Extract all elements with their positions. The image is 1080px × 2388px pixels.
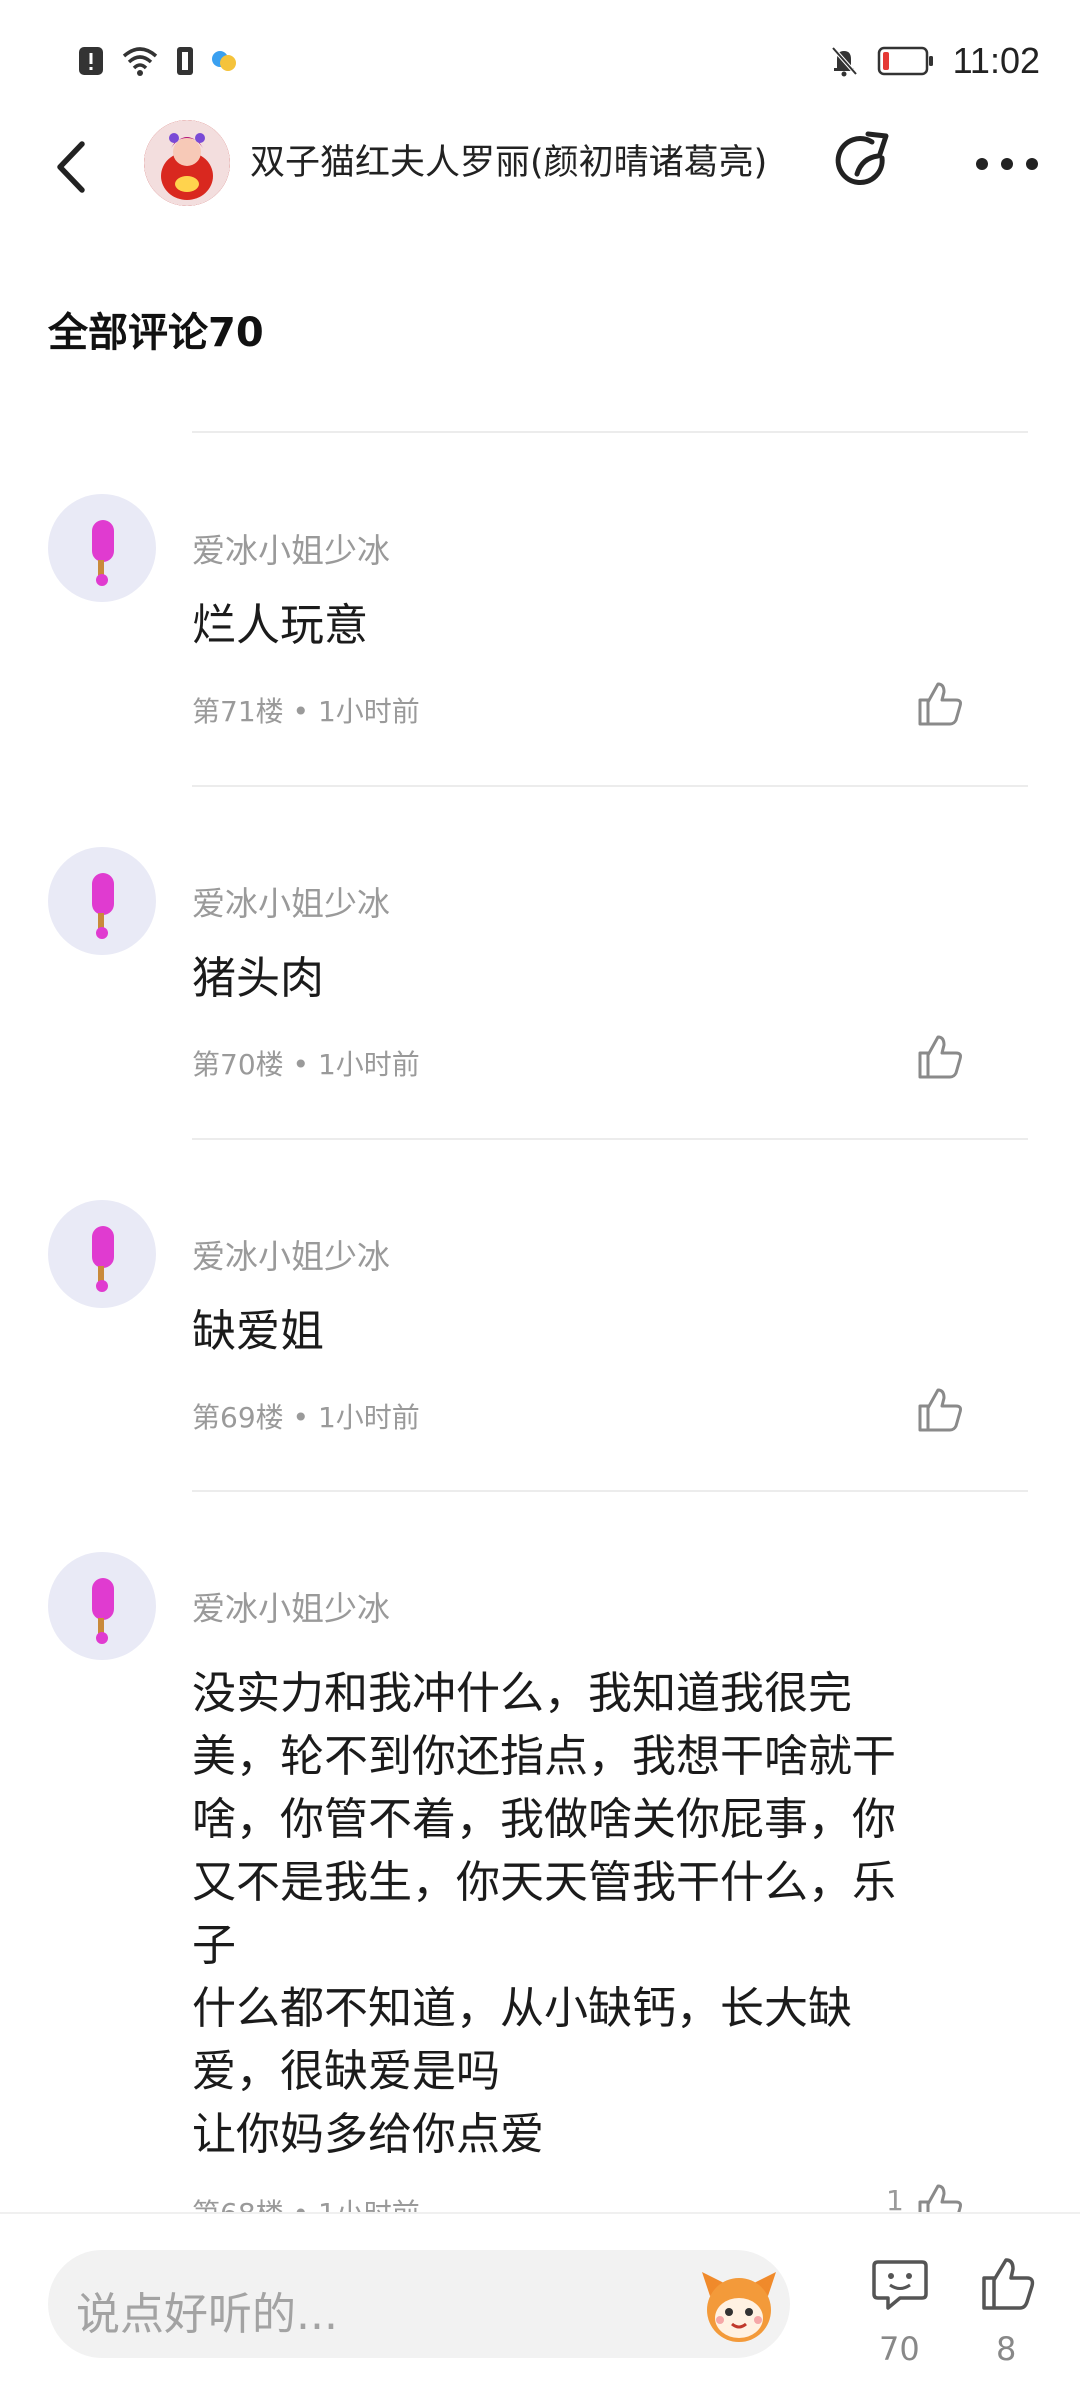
divider [192,785,1028,787]
mascot-emoji-icon[interactable] [696,2262,782,2348]
like-icon[interactable] [914,1384,966,1436]
popsicle-avatar-icon [92,1226,114,1292]
bottom-comment-bar: 说点好听的... 70 8 [0,2212,1080,2388]
comment-meta: 第69楼 • 1小时前 [192,1401,420,1434]
comment-meta: 第70楼 • 1小时前 [192,1048,420,1081]
more-icon[interactable] [972,144,1042,184]
wifi-icon [122,47,158,76]
like-count: 8 [996,2330,1017,2368]
comment-input-placeholder[interactable]: 说点好听的... [76,2278,338,2342]
like-icon[interactable] [978,2254,1038,2314]
sim-icon [177,47,193,75]
like-icon[interactable] [914,678,966,730]
comment-text: 缺爱姐 [192,1306,324,1357]
commenter-avatar[interactable] [48,1200,156,1308]
like-icon[interactable] [914,1031,966,1083]
battery-low-icon [877,46,933,76]
popsicle-avatar-icon [92,1578,114,1644]
popsicle-avatar-icon [92,520,114,586]
commenter-name[interactable]: 爱冰小姐少冰 [192,524,390,572]
header-title[interactable]: 双子猫红夫人罗丽(颜初晴诸葛亮) [250,134,767,185]
comment-text: 猪头肉 [192,953,324,1004]
commenter-avatar[interactable] [48,1552,156,1660]
share-icon[interactable] [832,128,898,198]
status-left-icons [76,44,238,78]
commenter-avatar[interactable] [48,847,156,955]
comment-count: 70 [879,2330,920,2368]
all-comments-title: 全部评论70 [48,310,264,356]
back-arrow-icon[interactable] [44,132,104,202]
commenter-avatar[interactable] [48,494,156,602]
commenter-name[interactable]: 爱冰小姐少冰 [192,1230,390,1278]
comment-icon[interactable] [870,2254,930,2314]
status-right-icons: 11:02 [829,40,1040,82]
comment-text: 没实力和我冲什么，我知道我很完 美，轮不到你还指点，我想干啥就干 啥，你管不着，… [192,1668,896,2160]
divider [192,431,1028,433]
divider [192,1138,1028,1140]
divider [192,1490,1028,1492]
comment-meta: 第71楼 • 1小时前 [192,695,420,728]
author-avatar[interactable] [144,120,230,206]
status-time: 11:02 [952,40,1040,81]
mute-bell-icon [831,46,858,77]
commenter-name[interactable]: 爱冰小姐少冰 [192,1582,390,1630]
app-notification-icon [212,51,236,71]
comment-text: 烂人玩意 [192,600,368,651]
status-bar: 11:02 [0,0,1080,120]
top-header: 双子猫红夫人罗丽(颜初晴诸葛亮) [0,120,1080,210]
alert-icon [79,47,103,75]
comments-page: 11:02 双子猫红夫人罗丽(颜初晴诸葛亮) 全部评论70 爱冰小姐少冰 烂人玩… [0,0,1080,2388]
commenter-name[interactable]: 爱冰小姐少冰 [192,877,390,925]
author-avatar-art [144,120,230,206]
popsicle-avatar-icon [92,873,114,939]
